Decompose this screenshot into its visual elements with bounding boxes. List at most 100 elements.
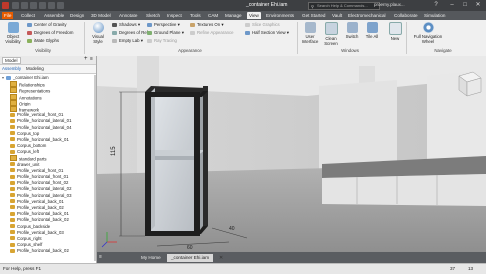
lighting-style-dropdown[interactable]: Empty Lab ▾ (112, 38, 143, 44)
tab-cam[interactable]: CAM (206, 12, 220, 19)
tab-modeling[interactable]: Modeling (26, 66, 44, 71)
folder-icon (10, 105, 17, 112)
profile-horizontal-front-top[interactable] (145, 92, 200, 97)
half-section-view-dropdown[interactable]: Half Section View ▾ (245, 30, 289, 36)
tab-inspect[interactable]: Inspect (165, 12, 184, 19)
shadows-dropdown[interactable]: Shadows ▾ (112, 22, 140, 28)
ground-plane-dropdown[interactable]: Ground Plane ▾ (147, 30, 184, 36)
part-icon (10, 162, 15, 167)
appearance-group-label: Appearance (178, 48, 202, 53)
redo-icon[interactable] (48, 2, 55, 9)
textures-on-dropdown[interactable]: Textures On ▾ (190, 22, 224, 28)
tab-collect[interactable]: Collect (19, 12, 37, 19)
tab-simulation[interactable]: Simulation (422, 12, 447, 19)
slice-graphics-button[interactable]: Slice Graphics (245, 22, 280, 28)
tab-annotate[interactable]: Annotate (117, 12, 139, 19)
dimension-width-text[interactable]: 60 (187, 245, 193, 251)
browser-add-icon[interactable]: + (84, 56, 88, 62)
cabinet-inner-panel[interactable] (149, 94, 197, 232)
tile-all-button[interactable]: Tile All (363, 22, 381, 39)
browser-header: Model + ≡ (0, 56, 96, 65)
folder-icon (10, 99, 17, 106)
save-icon[interactable] (30, 2, 37, 9)
ray-tracing-label: Ray Tracing (154, 38, 177, 43)
imate-glyphs-toggle[interactable]: iMate Glyphs (27, 38, 59, 44)
clean-screen-button[interactable]: Clean Screen (321, 22, 341, 46)
group-divider (84, 22, 85, 54)
switch-label: Switch (345, 34, 359, 39)
search-input[interactable]: ⚲ Search Help & Commands... (308, 2, 380, 10)
reflections-dropdown[interactable]: Degrees of Ref ▾ (112, 30, 151, 36)
tab-collaborate[interactable]: Collaborate (392, 12, 420, 19)
tab-active-document[interactable]: _container Ehi.iam (167, 254, 214, 262)
tab-view[interactable]: View (247, 12, 261, 19)
tab-manage[interactable]: Manage (223, 12, 244, 19)
title-bar: _container Ehi.iam ⚲ Search Help & Comma… (0, 0, 486, 11)
open-icon[interactable] (21, 2, 28, 9)
folder-icon (10, 155, 17, 162)
close-icon[interactable]: ✕ (472, 1, 484, 9)
tab-sketch[interactable]: Sketch (144, 12, 162, 19)
viewcube[interactable] (458, 71, 482, 97)
tab-tools[interactable]: Tools (188, 12, 203, 19)
full-navigation-wheel-button[interactable]: Full Navigation Wheel (410, 22, 446, 44)
browser-item-label: Corpus_bottom (17, 143, 47, 149)
search-icon: ⚲ (311, 4, 314, 9)
part-icon (10, 137, 15, 142)
profile-vertical-front-right[interactable] (194, 94, 200, 234)
browser-menu-icon[interactable]: ≡ (90, 56, 93, 62)
profile-vertical-front-left[interactable] (145, 92, 151, 236)
browser-scrollbar[interactable] (94, 75, 96, 261)
center-of-gravity-toggle[interactable]: Center of Gravity (27, 22, 66, 28)
browser-title[interactable]: Model (2, 57, 21, 64)
part-icon (10, 143, 15, 148)
close-tab-icon[interactable]: ✕ (219, 255, 223, 261)
object-visibility-button[interactable]: Object Visibility (3, 22, 23, 44)
tab-vault[interactable]: Vault (330, 12, 344, 19)
maximize-icon[interactable]: □ (459, 1, 471, 9)
home-icon[interactable] (57, 2, 64, 9)
cabinet-shelf-edge (149, 156, 197, 160)
refine-appearance-button[interactable]: Refine Appearance (190, 30, 234, 36)
scene-canvas[interactable]: 115 60 40 (97, 56, 486, 252)
graphics-viewport[interactable]: 115 60 40 (97, 56, 486, 252)
minimize-icon[interactable]: – (446, 1, 458, 9)
tab-file[interactable]: File (2, 12, 14, 19)
tab-3d-model[interactable]: 3D Model (89, 12, 113, 19)
new-window-button[interactable]: New (386, 22, 404, 41)
switch-button[interactable]: Switch (342, 22, 362, 39)
empty-lab-label: Empty Lab (119, 38, 140, 43)
browser-item-label: Profile_horizontal_back_01 (17, 136, 69, 142)
tabs-menu-icon[interactable]: ≡ (99, 254, 102, 260)
new-icon[interactable] (12, 2, 19, 9)
tab-get-started[interactable]: Get Started (300, 12, 328, 19)
clean-screen-icon (324, 22, 338, 35)
dimension-depth-text[interactable]: 40 (229, 226, 235, 232)
degrees-of-freedom-toggle[interactable]: Degrees of Freedom (27, 30, 73, 36)
dimension-height-text[interactable]: 115 (111, 146, 117, 156)
ray-tracing-button[interactable]: Ray Tracing (147, 38, 177, 44)
tab-design[interactable]: Design (68, 12, 86, 19)
tab-environments[interactable]: Environments (264, 12, 296, 19)
profile-vertical-back[interactable] (203, 86, 208, 226)
tab-assembly[interactable]: Assembly (2, 66, 21, 71)
visual-style-button[interactable]: Visual Style (87, 22, 109, 44)
shadows-label: Shadows (119, 22, 137, 27)
windows-group-label: Windows (341, 48, 359, 53)
object-visibility-icon (7, 22, 19, 33)
browser-item-label: Corpus_left (17, 149, 39, 155)
profile-horizontal-front-bottom[interactable] (145, 231, 200, 236)
tab-assemble[interactable]: Assemble (42, 12, 66, 19)
tab-electromechanical[interactable]: Electromechanical (346, 12, 388, 19)
undo-icon[interactable] (39, 2, 46, 9)
user-interface-button[interactable]: User Interface (300, 22, 320, 44)
browser-item-label: Profile_horizontal_back_02 (17, 248, 69, 254)
help-button[interactable]: ? (430, 1, 442, 9)
part-icon (10, 205, 15, 210)
user-account[interactable]: proerny.plaux... (374, 2, 405, 7)
perspective-dropdown[interactable]: Perspective ▾ (147, 22, 180, 28)
app-logo-icon[interactable] (2, 2, 9, 9)
folder-icon (10, 81, 17, 88)
tab-my-home[interactable]: My Home (137, 254, 165, 262)
browser-part-item[interactable]: Profile_horizontal_back_02 (0, 248, 94, 254)
